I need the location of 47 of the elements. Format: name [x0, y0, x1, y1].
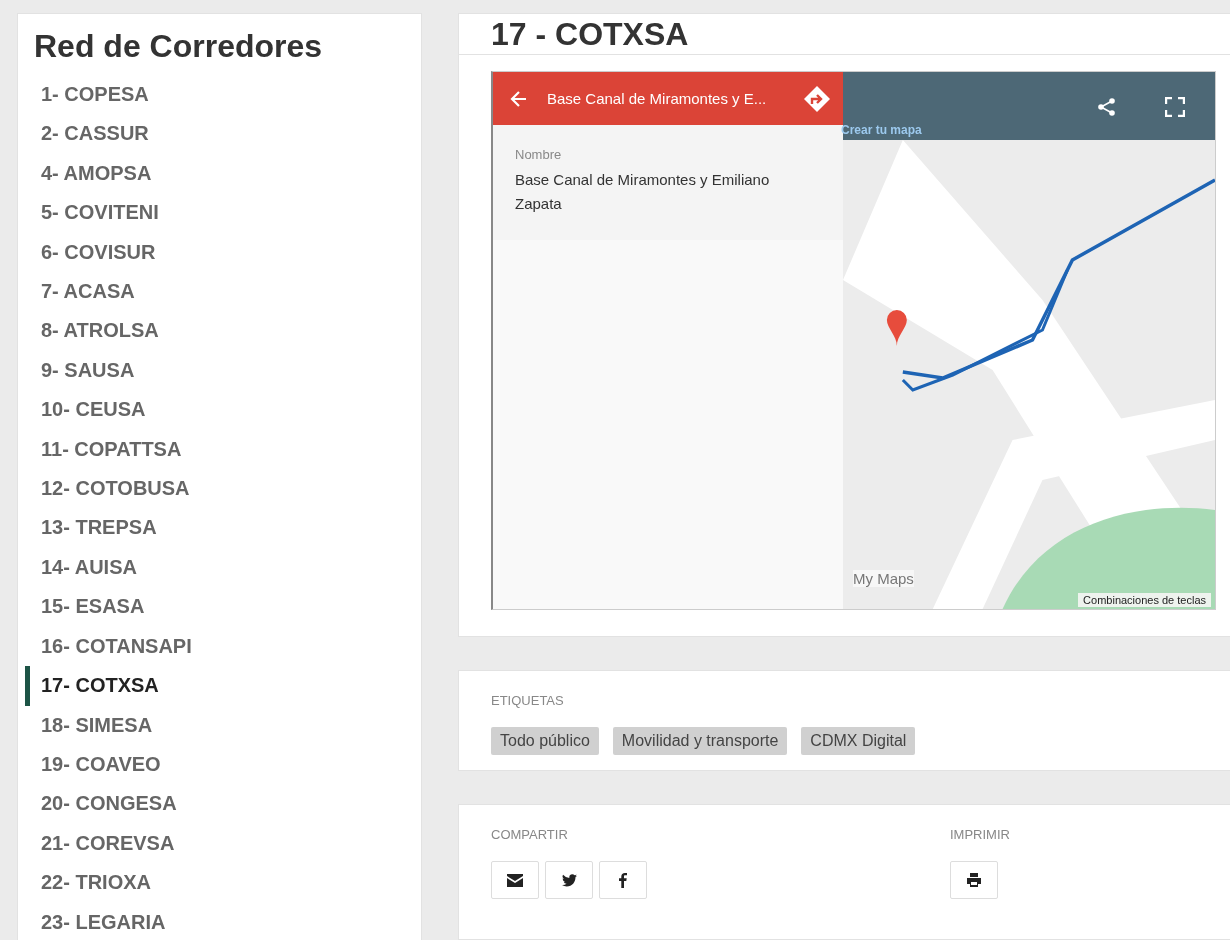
printer-icon	[966, 873, 982, 887]
share-heading: COMPARTIR	[491, 827, 569, 842]
sidebar-item[interactable]: 7- ACASA	[25, 272, 421, 312]
sidebar-item[interactable]: 9- SAUSA	[25, 350, 421, 391]
tag[interactable]: CDMX Digital	[801, 727, 916, 755]
back-arrow-icon[interactable]	[509, 88, 529, 109]
sidebar-item[interactable]: 20- CONGESA	[25, 784, 421, 824]
sidebar-item[interactable]: 16- COTANSAPI	[25, 626, 421, 667]
field-label: Nombre	[515, 147, 563, 162]
sidebar-item[interactable]: 10- CEUSA	[25, 390, 421, 430]
sidebar-item[interactable]: 11- COPATTSA	[25, 429, 421, 470]
field-value: Base Canal de Miramontes y Emiliano Zapata	[515, 170, 771, 214]
tag[interactable]: Todo público	[491, 727, 599, 755]
sidebar-item[interactable]: 19- COAVEO	[25, 744, 421, 785]
sidebar-item[interactable]: 15- ESASA	[25, 587, 421, 627]
sidebar-item[interactable]: 12- COTOBUSA	[25, 469, 421, 509]
sidebar-item[interactable]: 23- LEGARIA	[25, 902, 421, 940]
sidebar-item[interactable]: 14- AUISA	[25, 547, 421, 588]
share-icon[interactable]	[1097, 97, 1117, 117]
sidebar-item[interactable]: 2- CASSUR	[25, 114, 421, 154]
sidebar-title: Red de Corredores	[34, 28, 324, 65]
email-share-button[interactable]	[491, 861, 539, 899]
panel-title: Base Canal de Miramontes y E...	[547, 90, 768, 107]
sidebar-item[interactable]: 5- COVITENI	[25, 193, 421, 233]
sidebar-item[interactable]: 18- SIMESA	[25, 705, 421, 745]
sidebar-item[interactable]: 22- TRIOXA	[25, 863, 421, 903]
sidebar-item[interactable]: 4- AMOPSA	[25, 153, 421, 194]
sidebar-item[interactable]: 17- COTXSA	[25, 666, 421, 706]
print-heading: IMPRIMIR	[950, 827, 1010, 842]
envelope-icon	[507, 873, 523, 887]
fullscreen-icon[interactable]	[1165, 97, 1185, 117]
sidebar-item[interactable]: 1- COPESA	[25, 75, 421, 115]
facebook-icon	[619, 872, 627, 888]
shortcuts-label[interactable]: Combinaciones de teclas	[1078, 593, 1211, 607]
directions-icon[interactable]	[803, 84, 831, 113]
sidebar-item[interactable]: 13- TREPSA	[25, 508, 421, 548]
facebook-share-button[interactable]	[599, 861, 647, 899]
bird-icon	[561, 873, 577, 887]
print-button[interactable]	[950, 861, 998, 899]
tag[interactable]: Movilidad y transporte	[612, 727, 788, 755]
tags-heading: ETIQUETAS	[491, 693, 565, 708]
sidebar-item[interactable]: 8- ATROLSA	[25, 311, 421, 351]
sidebar-item[interactable]: 21- COREVSA	[25, 823, 421, 864]
page-title: 17 - COTXSA	[491, 15, 689, 53]
brand-label: My Maps	[853, 570, 914, 587]
twitter-share-button[interactable]	[545, 861, 593, 899]
sidebar-item[interactable]: 6- COVISUR	[25, 232, 421, 273]
